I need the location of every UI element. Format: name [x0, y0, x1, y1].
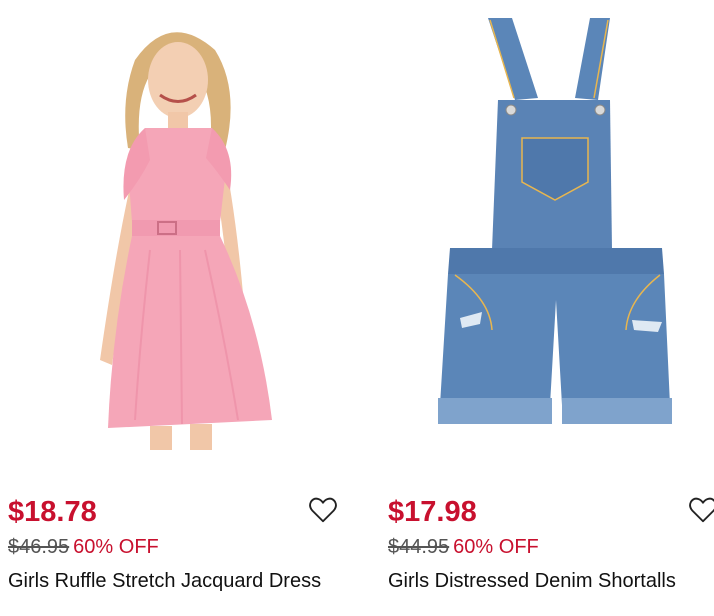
heart-outline-icon[interactable] [308, 496, 338, 524]
heart-outline-icon[interactable] [688, 496, 714, 524]
discount-label: 60% OFF [73, 536, 159, 558]
product-card-dress[interactable]: $18.78 $46.95 60% OFF Girls Ruffle Stretc… [0, 0, 350, 616]
sale-price: $18.78 [8, 496, 97, 528]
price-row: $46.95 60% OFF [8, 536, 159, 559]
original-price: $46.95 [8, 536, 70, 558]
product-title[interactable]: Girls Distressed Denim Shortalls [388, 570, 676, 593]
price-row: $44.95 60% OFF [388, 536, 539, 559]
product-image-dress[interactable] [0, 0, 350, 450]
product-title[interactable]: Girls Ruffle Stretch Jacquard Dress [8, 570, 321, 593]
product-card-shortalls[interactable]: $17.98 $44.95 60% OFF Girls Distressed De… [380, 0, 714, 616]
original-price: $44.95 [388, 536, 450, 558]
product-image-shortalls[interactable] [380, 0, 714, 450]
sale-price: $17.98 [388, 496, 477, 528]
discount-label: 60% OFF [453, 536, 539, 558]
